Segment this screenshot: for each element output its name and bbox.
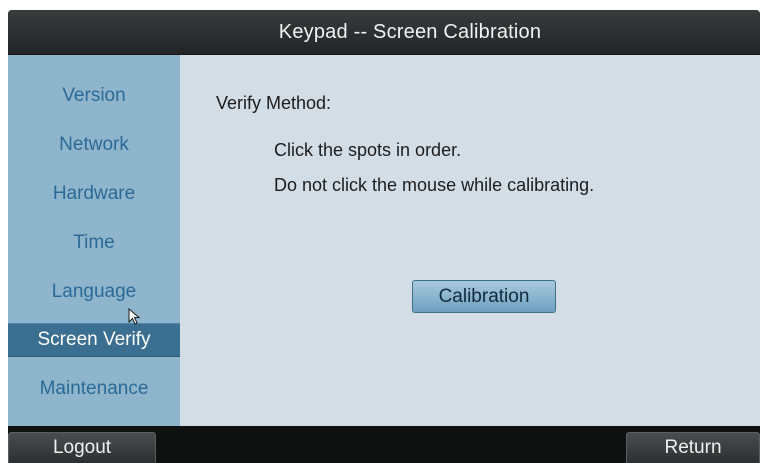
verify-method-heading: Verify Method:: [216, 93, 332, 113]
sidebar-item-maintenance[interactable]: Maintenance: [8, 372, 180, 406]
sidebar-item-hardware[interactable]: Hardware: [8, 177, 180, 211]
return-button[interactable]: Return: [626, 432, 760, 463]
instruction-no-click: Do not click the mouse while calibrating…: [274, 175, 595, 195]
logout-button[interactable]: Logout: [8, 432, 156, 463]
sidebar-item-language[interactable]: Language: [8, 275, 180, 309]
title-bar: Keypad -- Screen Calibration: [8, 10, 760, 55]
sidebar-item-network[interactable]: Network: [8, 128, 180, 162]
calibration-button[interactable]: Calibration: [412, 280, 556, 313]
window-title: Keypad -- Screen Calibration: [278, 20, 542, 43]
mouse-pointer-icon: [128, 308, 141, 325]
main-panel: Verify Method: Click the spots in order.…: [180, 55, 760, 426]
sidebar-item-screen-verify[interactable]: Screen Verify: [8, 323, 180, 357]
keypad-screen: Keypad -- Screen Calibration Version Net…: [8, 10, 760, 463]
sidebar-item-version[interactable]: Version: [8, 79, 180, 113]
instruction-order: Click the spots in order.: [274, 140, 462, 160]
sidebar: Version Network Hardware Time Language S…: [8, 55, 180, 426]
sidebar-item-time[interactable]: Time: [8, 226, 180, 260]
bottom-bar: Logout Return: [8, 426, 760, 463]
